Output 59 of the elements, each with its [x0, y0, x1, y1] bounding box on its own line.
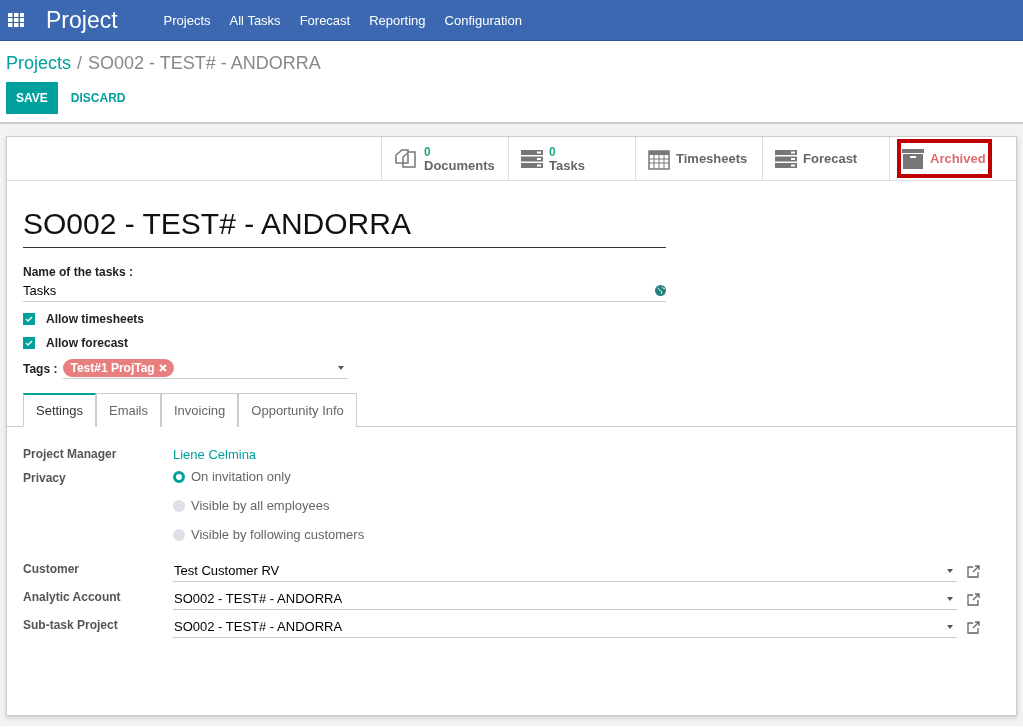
field-label: Sub-task Project	[23, 617, 119, 632]
radio-label: Visible by following customers	[191, 527, 365, 542]
external-link-icon[interactable]	[967, 592, 980, 606]
field-label: Name of the tasks :	[23, 265, 134, 279]
save-button[interactable]: SAVE	[6, 82, 58, 114]
documents-icon	[394, 147, 418, 170]
field-label: Privacy	[23, 470, 67, 485]
apps-grid-icon[interactable]	[8, 13, 24, 27]
dropdown-caret-icon	[338, 366, 345, 370]
menu-item[interactable]: Reporting	[369, 12, 426, 28]
many2one-field[interactable]: SO002 - TEST# - ANDORRA	[173, 588, 957, 610]
record-title: SO002 - TEST# - ANDORRA	[23, 207, 666, 248]
menu-item[interactable]: Projects	[163, 12, 211, 28]
project-manager-link[interactable]: Liene Celmina	[173, 447, 257, 462]
archive-box-icon	[902, 148, 924, 169]
menu-item[interactable]: Forecast	[299, 12, 351, 28]
smart-button[interactable]: Forecast	[762, 137, 889, 180]
external-link-icon[interactable]	[967, 620, 980, 634]
field-label: Customer	[23, 561, 80, 576]
discard-button[interactable]: DISCARD	[57, 82, 139, 114]
dropdown-caret-icon	[947, 596, 953, 601]
server-icon	[775, 149, 797, 168]
radio-button[interactable]	[173, 499, 185, 512]
smart-button[interactable]: 0 Tasks	[508, 137, 635, 180]
menu-item[interactable]: All Tasks	[229, 12, 281, 28]
app-title: Project	[46, 6, 118, 34]
smart-button[interactable]: Timesheets	[635, 137, 762, 180]
dropdown-caret-icon	[947, 624, 953, 629]
smart-button[interactable]: Archived	[889, 137, 1016, 180]
checkbox-label: Allow forecast	[46, 336, 129, 350]
menu-item[interactable]: Configuration	[444, 12, 522, 28]
task-name-field[interactable]: Tasks	[23, 280, 666, 302]
tab[interactable]: Invoicing	[161, 393, 239, 427]
external-link-icon[interactable]	[967, 564, 980, 578]
radio-label: On invitation only	[191, 469, 291, 484]
globe-icon	[655, 285, 666, 296]
many2one-field[interactable]: Test Customer RV	[173, 560, 957, 582]
breadcrumb-link[interactable]: Projects	[6, 53, 72, 74]
checkbox-label: Allow timesheets	[46, 312, 145, 326]
dropdown-caret-icon	[947, 568, 953, 573]
radio-label: Visible by all employees	[191, 498, 330, 513]
checkbox[interactable]	[23, 313, 35, 325]
tab[interactable]: Settings	[23, 393, 96, 427]
field-label: Analytic Account	[23, 589, 122, 604]
calendar-icon	[648, 147, 670, 170]
radio-button[interactable]	[173, 528, 185, 541]
breadcrumb-current: SO002 - TEST# - ANDORRA	[88, 53, 321, 74]
radio-button[interactable]	[173, 470, 185, 483]
remove-icon[interactable]	[158, 364, 167, 372]
many2one-field[interactable]: SO002 - TEST# - ANDORRA	[173, 616, 957, 638]
field-label: Project Manager	[23, 446, 118, 461]
field-label: Tags :	[23, 361, 58, 376]
tag-chip: Test#1 ProjTag	[63, 359, 174, 377]
breadcrumb-separator: /	[77, 53, 83, 74]
tab[interactable]: Opportunity Info	[238, 393, 357, 427]
server-icon	[521, 149, 543, 168]
smart-button[interactable]: 0 Documents	[381, 137, 508, 180]
checkbox[interactable]	[23, 337, 35, 349]
tab[interactable]: Emails	[96, 393, 161, 427]
